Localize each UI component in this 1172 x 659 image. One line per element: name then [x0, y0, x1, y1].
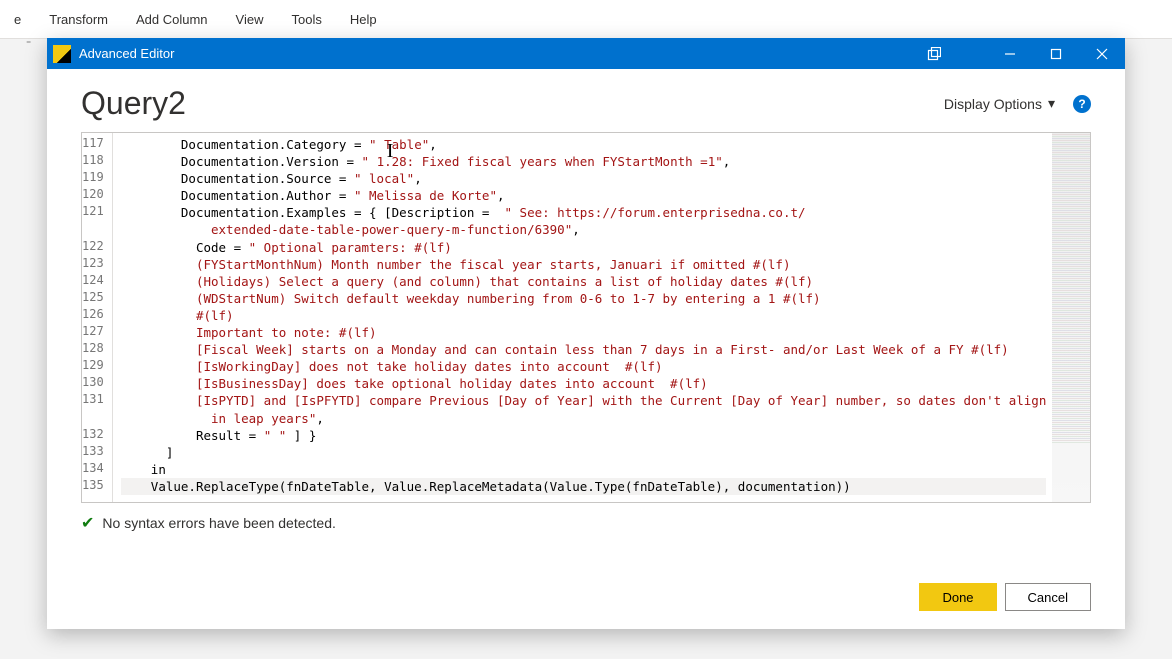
gutter-line: 120: [82, 187, 112, 204]
display-options-dropdown[interactable]: Display Options ▾: [944, 95, 1055, 112]
gutter-line: 130: [82, 375, 112, 392]
gutter-line: 119: [82, 170, 112, 187]
window-title: Advanced Editor: [79, 46, 911, 61]
syntax-status-text: No syntax errors have been detected.: [102, 515, 335, 531]
maximize-button[interactable]: [1033, 38, 1079, 69]
dialog-footer: Done Cancel: [919, 583, 1091, 611]
titlebar: Advanced Editor: [47, 38, 1125, 69]
app-icon: [53, 45, 71, 63]
modal-body: Query2 Display Options ▾ ? 117 118 119 1…: [47, 69, 1125, 543]
gutter-line: 124: [82, 273, 112, 290]
code-area[interactable]: I Documentation.Category = " Table", Doc…: [113, 133, 1053, 502]
ribbon-tab-addcolumn[interactable]: Add Column: [122, 12, 222, 27]
gutter-line: 121: [82, 204, 112, 221]
advanced-editor-window: Advanced Editor Query2 Display Options ▾…: [47, 38, 1125, 629]
gutter-line: 132: [82, 427, 112, 444]
gutter-line: 135: [82, 478, 112, 495]
gutter-line: 127: [82, 324, 112, 341]
ribbon-tab-help[interactable]: Help: [336, 12, 391, 27]
close-button[interactable]: [1079, 38, 1125, 69]
gutter-line: 118: [82, 153, 112, 170]
gutter-line: 129: [82, 358, 112, 375]
gutter-line: 126: [82, 307, 112, 324]
minimap-preview: [1052, 133, 1090, 443]
line-gutter: 117 118 119 120 121 122 123 124 125 126 …: [82, 133, 113, 502]
syntax-status: ✔ No syntax errors have been detected.: [81, 513, 1091, 533]
gutter-line: 125: [82, 290, 112, 307]
minimize-button[interactable]: [987, 38, 1033, 69]
gutter-line: 128: [82, 341, 112, 358]
ribbon-tab-transform[interactable]: Transform: [35, 12, 122, 27]
popout-icon[interactable]: [911, 38, 957, 69]
done-button[interactable]: Done: [919, 583, 996, 611]
gutter-line: 133: [82, 444, 112, 461]
query-name: Query2: [81, 85, 186, 122]
gutter-line: 117: [82, 136, 112, 153]
text-cursor-icon: I: [387, 143, 394, 160]
gutter-line: [82, 410, 112, 427]
minimap[interactable]: [1052, 133, 1090, 502]
ribbon-tab-view[interactable]: View: [222, 12, 278, 27]
gutter-line: 123: [82, 256, 112, 273]
gutter-line: 122: [82, 239, 112, 256]
gutter-line: [82, 221, 112, 238]
ribbon-tab-tools[interactable]: Tools: [277, 12, 335, 27]
ribbon-overflow-icon[interactable]: ⁼: [26, 39, 31, 50]
code-editor[interactable]: 117 118 119 120 121 122 123 124 125 126 …: [81, 132, 1091, 503]
ribbon: e Transform Add Column View Tools Help: [0, 0, 1172, 39]
display-options-label: Display Options: [944, 96, 1042, 112]
chevron-down-icon: ▾: [1048, 95, 1055, 112]
cancel-button[interactable]: Cancel: [1005, 583, 1091, 611]
check-icon: ✔: [81, 513, 94, 533]
ribbon-tab-e[interactable]: e: [10, 12, 35, 27]
help-icon[interactable]: ?: [1073, 95, 1091, 113]
gutter-line: 134: [82, 461, 112, 478]
gutter-line: 131: [82, 392, 112, 409]
